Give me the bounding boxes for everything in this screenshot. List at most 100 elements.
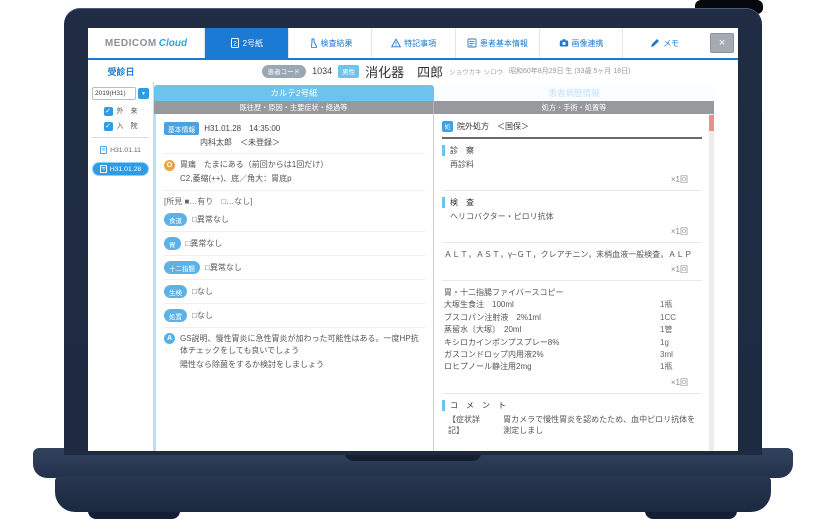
checkbox-checked-icon[interactable]: ✓ [104,107,113,116]
objective-line1: 胃痛 たまにある（前回からは1回だけ） [180,159,328,171]
finding-text: □異常なし [186,238,223,249]
tab-special-notes[interactable]: 特記事項 [371,28,455,58]
tab-label: 特記事項 [404,38,436,49]
prescription-header: 処 院外処方 ＜国保＞ [442,117,702,139]
tab-test-results[interactable]: 検査結果 [288,28,372,58]
patient-sex-badge: 男性 [338,65,359,78]
tab-memo[interactable]: メモ [622,28,706,58]
finding-badge-stomach: 胃 [164,237,181,250]
finding-badge-duodenum: 十二指腸 [164,261,200,274]
laptop-bottom-bar [55,477,771,512]
findings-legend: [所見 ■…有り □…なし] [164,196,425,207]
left-column-header: 既往歴・原因・主要症状・経過等 [154,101,434,114]
tab-karte-2goushi[interactable]: カルテ2号紙 [154,85,434,101]
med-row: 蒸留水〔大塚〕 20ml 1管 [442,324,702,336]
scrollbar-track[interactable] [709,114,714,451]
tab-karte-2gou[interactable]: 2 2号紙 [204,28,288,58]
med-name: ブスコパン注射液 2%1ml [444,312,660,324]
order-section-labs: ＡＬＴ，ＡＳＴ，γ−ＧＴ，クレアチニン，末梢血液一般検査，ＡＬＰ ×1回 [442,243,702,281]
patient-card-icon [467,38,477,48]
orders-column: 処 院外処方 ＜国保＞ 診 察 再診料 ×1回 検 査 ヘリコバクター・ピロリ抗… [434,114,714,451]
checkbox-checked-icon[interactable]: ✓ [104,122,113,131]
objective-line2: C2,萎縮(++)、底／角大：胃底p [164,173,425,185]
tab-label: 患者基本情報 [480,38,528,49]
tab-image-link[interactable]: 画像連携 [539,28,623,58]
filter-label: 外 来 [117,106,138,116]
med-name: ロヒプノール静注用2mg [444,361,660,373]
comment-section: コ メ ン ト 【症状詳記】 胃カメラで慢性胃炎を認めたため、血中ピロリ抗体を測… [442,394,702,441]
top-nav: MEDICOM Cloud 2 2号紙 検査結果 特記事項 患者基本情報 画 [88,28,738,60]
med-row: キシロカインポンプスプレー8% 1g [442,337,702,349]
finding-row: 処置 □なし [164,304,425,328]
karte-columns: 基本情報 H31.01.28 14:35:00 内科太郎 ＜未登録＞ O 胃痛 … [154,114,714,451]
svg-text:2: 2 [233,41,237,48]
patient-kana: ショウカキ シロウ [449,66,503,76]
document-2-icon: 2 [230,38,240,48]
soap-a-icon: A [164,333,175,344]
basic-info-badge: 基本情報 [164,122,199,135]
visit-date-item-selected[interactable]: H31.01.28 [92,162,149,176]
findings-legend-block: [所見 ■…有り □…なし] 食道 □異常なし [164,191,425,232]
med-qty: 1CC [660,312,702,324]
visit-date-sidebar: 2019(H31) ▼ ✓ 外 来 ✓ 入 院 H31.01.11 [88,82,154,451]
comment-label: 【症状詳記】 [448,414,489,436]
order-section-consultation: 診 察 再診料 ×1回 [442,139,702,191]
section-count: ×1回 [442,226,702,237]
finding-text: □異常なし [205,262,242,273]
med-name: キシロカインポンプスプレー8% [444,337,660,349]
prescription-title: 院外処方 ＜国保＞ [457,121,529,132]
finding-row: 生検 □なし [164,280,425,304]
order-section-procedure-meds: 胃・十二指腸ファイバースコピー 大塚生食注 100ml 1瓶 ブスコパン注射液 … [442,281,702,394]
finding-text: □なし [192,310,213,321]
tab-patient-info[interactable]: 患者基本情報 [455,28,539,58]
med-name: 大塚生食注 100ml [444,299,660,311]
visit-date-item[interactable]: H31.01.11 [92,144,149,156]
patient-code-badge: 患者コード [262,65,307,78]
filter-outpatient[interactable]: ✓ 外 来 [92,106,149,116]
comment-text: 胃カメラで慢性胃炎を認めたため、血中ピロリ抗体を測定しまし [503,414,702,436]
logo-medicom: MEDICOM [105,38,157,49]
med-row: 大塚生食注 100ml 1瓶 [442,299,702,311]
body-row: 2019(H31) ▼ ✓ 外 来 ✓ 入 院 H31.01.11 [88,82,738,451]
med-qty: 1管 [660,324,702,336]
med-name: 蒸留水〔大塚〕 20ml [444,324,660,336]
tab-label: メモ [663,38,679,49]
section-item: ヘリコバクター・ピロリ抗体 [442,211,702,223]
entry-datetime: H31.01.28 14:35:00 [204,123,280,134]
comment-title: コ メ ン ト [442,400,702,411]
tab-label: 検査結果 [321,38,353,49]
tab-patient-history[interactable]: 患者病歴情報 [434,85,714,101]
section-count: ×1回 [442,174,702,185]
column-headers: 既往歴・原因・主要症状・経過等 処方・手術・処置等 [154,101,714,114]
finding-row: 十二指腸 □異常なし [164,256,425,280]
med-row: ロヒプノール静注用2mg 1瓶 [442,361,702,373]
finding-badge-biopsy: 生検 [164,285,187,298]
sidebar-divider [92,137,149,138]
warning-icon [391,38,401,48]
flask-icon [308,38,318,48]
med-qty [660,287,702,299]
med-qty: 3ml [660,349,702,361]
main-content: カルテ2号紙 患者病歴情報 既往歴・原因・主要症状・経過等 処方・手術・処置等 … [154,82,738,451]
med-row: ガスコンドロップ内用液2% 3ml [442,349,702,361]
med-row: ブスコパン注射液 2%1ml 1CC [442,312,702,324]
karte-doc-icon [100,165,107,173]
karte-doc-icon [100,146,107,154]
year-dropdown-button[interactable]: ▼ [138,88,149,99]
section-count: ×1回 [442,377,702,388]
visit-date-label: 受診日 [88,65,154,78]
filter-inpatient[interactable]: ✓ 入 院 [92,121,149,131]
soap-column: 基本情報 H31.01.28 14:35:00 内科太郎 ＜未登録＞ O 胃痛 … [154,114,434,451]
finding-badge-esophagus: 食道 [164,213,187,226]
assessment-line1: GS説明、慢性胃炎に急性胃炎が加わった可能性はある。一度HP抗体チェックをしても… [180,333,425,357]
close-button[interactable]: × [710,33,734,53]
year-value[interactable]: 2019(H31) [92,87,136,100]
scrollbar-thumb[interactable] [709,115,714,131]
filter-label: 入 院 [117,121,138,131]
patient-bar: 受診日 患者コード 1034 男性 消化器 四郎 ショウカキ シロウ 昭和60年… [88,60,738,82]
medicom-cloud-logo: MEDICOM Cloud [88,28,204,58]
app-window: MEDICOM Cloud 2 2号紙 検査結果 特記事項 患者基本情報 画 [88,28,738,451]
section-item: ＡＬＴ，ＡＳＴ，γ−ＧＴ，クレアチニン，末梢血液一般検査，ＡＬＰ [442,249,702,261]
assessment-line2: 陽性なら除菌をするか検討をしましょう [164,359,425,371]
finding-row: 胃 □異常なし [164,232,425,256]
